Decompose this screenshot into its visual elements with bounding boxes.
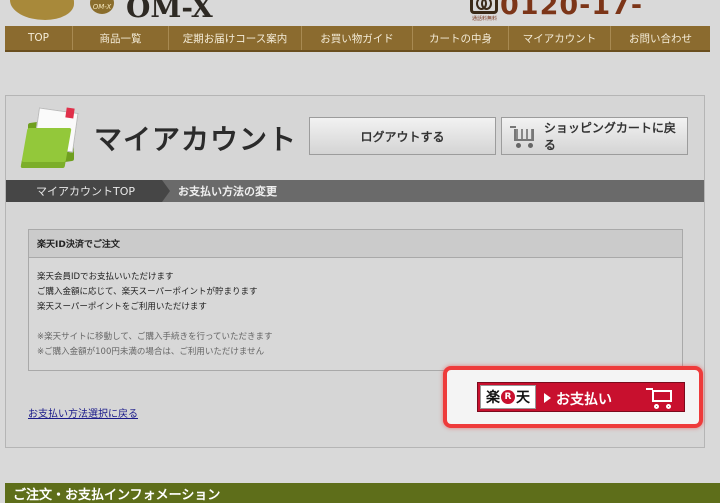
back-to-cart-label: ショッピングカートに戻る	[543, 121, 676, 152]
pay-button-label: お支払い	[556, 392, 612, 408]
rakuten-logo-char: 天	[516, 390, 530, 406]
rakuten-logo-char: 楽	[486, 390, 500, 406]
info-line: ご購入金額に応じて、楽天スーパーポイントが貯まります	[37, 287, 258, 297]
rakuten-info-box: 楽天ID決済でご注文 楽天会員IDでお支払いいただけます ご購入金額に応じて、楽…	[28, 229, 683, 371]
info-note: ※楽天サイトに移動して、ご購入手続きを行っていただきます	[37, 332, 273, 342]
nav-item-myaccount[interactable]: マイアカウント	[509, 26, 611, 50]
rakuten-logo-circle: R	[501, 390, 515, 404]
global-nav: TOP 商品一覧 定期お届けコース案内 お買い物ガイド カートの中身 マイアカウ…	[5, 26, 710, 52]
breadcrumb-myaccount-top[interactable]: マイアカウントTOP	[6, 180, 162, 202]
info-note: ※ご購入金額が100円未満の場合は、ご利用いただけません	[37, 347, 265, 357]
phone-number: 0120-17-2385	[500, 0, 644, 24]
cart-icon	[510, 123, 538, 149]
nav-item-top[interactable]: TOP	[5, 26, 73, 50]
page-title: マイアカウント	[94, 123, 298, 156]
logo-badge: OM-X	[90, 0, 114, 14]
info-line: 楽天スーパーポイントをご利用いただけます	[37, 302, 207, 312]
nav-item-contact[interactable]: お問い合わせ	[611, 26, 710, 50]
back-to-payment-selection-link[interactable]: お支払い方法選択に戻る	[28, 405, 138, 420]
rakuten-pay-button[interactable]: 楽 R 天 お支払い	[477, 382, 685, 412]
nav-item-products[interactable]: 商品一覧	[73, 26, 169, 50]
nav-item-subscription[interactable]: 定期お届けコース案内	[169, 26, 302, 50]
highlight-annotation: 楽 R 天 お支払い	[443, 366, 703, 428]
cart-icon	[646, 386, 676, 410]
site-header: OM-X OM-X 通話料無料 0120-17-2385	[0, 0, 720, 24]
breadcrumb-arrow-icon	[162, 180, 170, 202]
back-to-cart-button[interactable]: ショッピングカートに戻る	[501, 117, 688, 155]
rakuten-logo: 楽 R 天	[480, 385, 536, 409]
logo-mark-icon[interactable]	[10, 0, 74, 20]
play-arrow-icon	[544, 393, 551, 403]
info-line: 楽天会員IDでお支払いいただけます	[37, 272, 174, 282]
logo-text[interactable]: OM-X	[126, 0, 213, 24]
order-payment-info-heading: ご注文・お支払インフォメーション	[5, 483, 720, 503]
logout-button-label: ログアウトする	[360, 129, 445, 144]
nav-item-cart[interactable]: カートの中身	[413, 26, 509, 50]
breadcrumb-current: お支払い方法の変更	[178, 185, 277, 198]
myaccount-panel: マイアカウント ログアウトする ショッピングカートに戻る マイアカウントTOP …	[5, 95, 705, 448]
logout-button[interactable]: ログアウトする	[309, 117, 496, 155]
nav-item-guide[interactable]: お買い物ガイド	[302, 26, 413, 50]
folder-icon	[20, 106, 84, 168]
phone-caption: 通話料無料	[472, 16, 498, 22]
info-heading: 楽天ID決済でご注文	[29, 230, 682, 258]
breadcrumb: マイアカウントTOP お支払い方法の変更	[6, 180, 704, 202]
phone-icon	[470, 0, 498, 14]
